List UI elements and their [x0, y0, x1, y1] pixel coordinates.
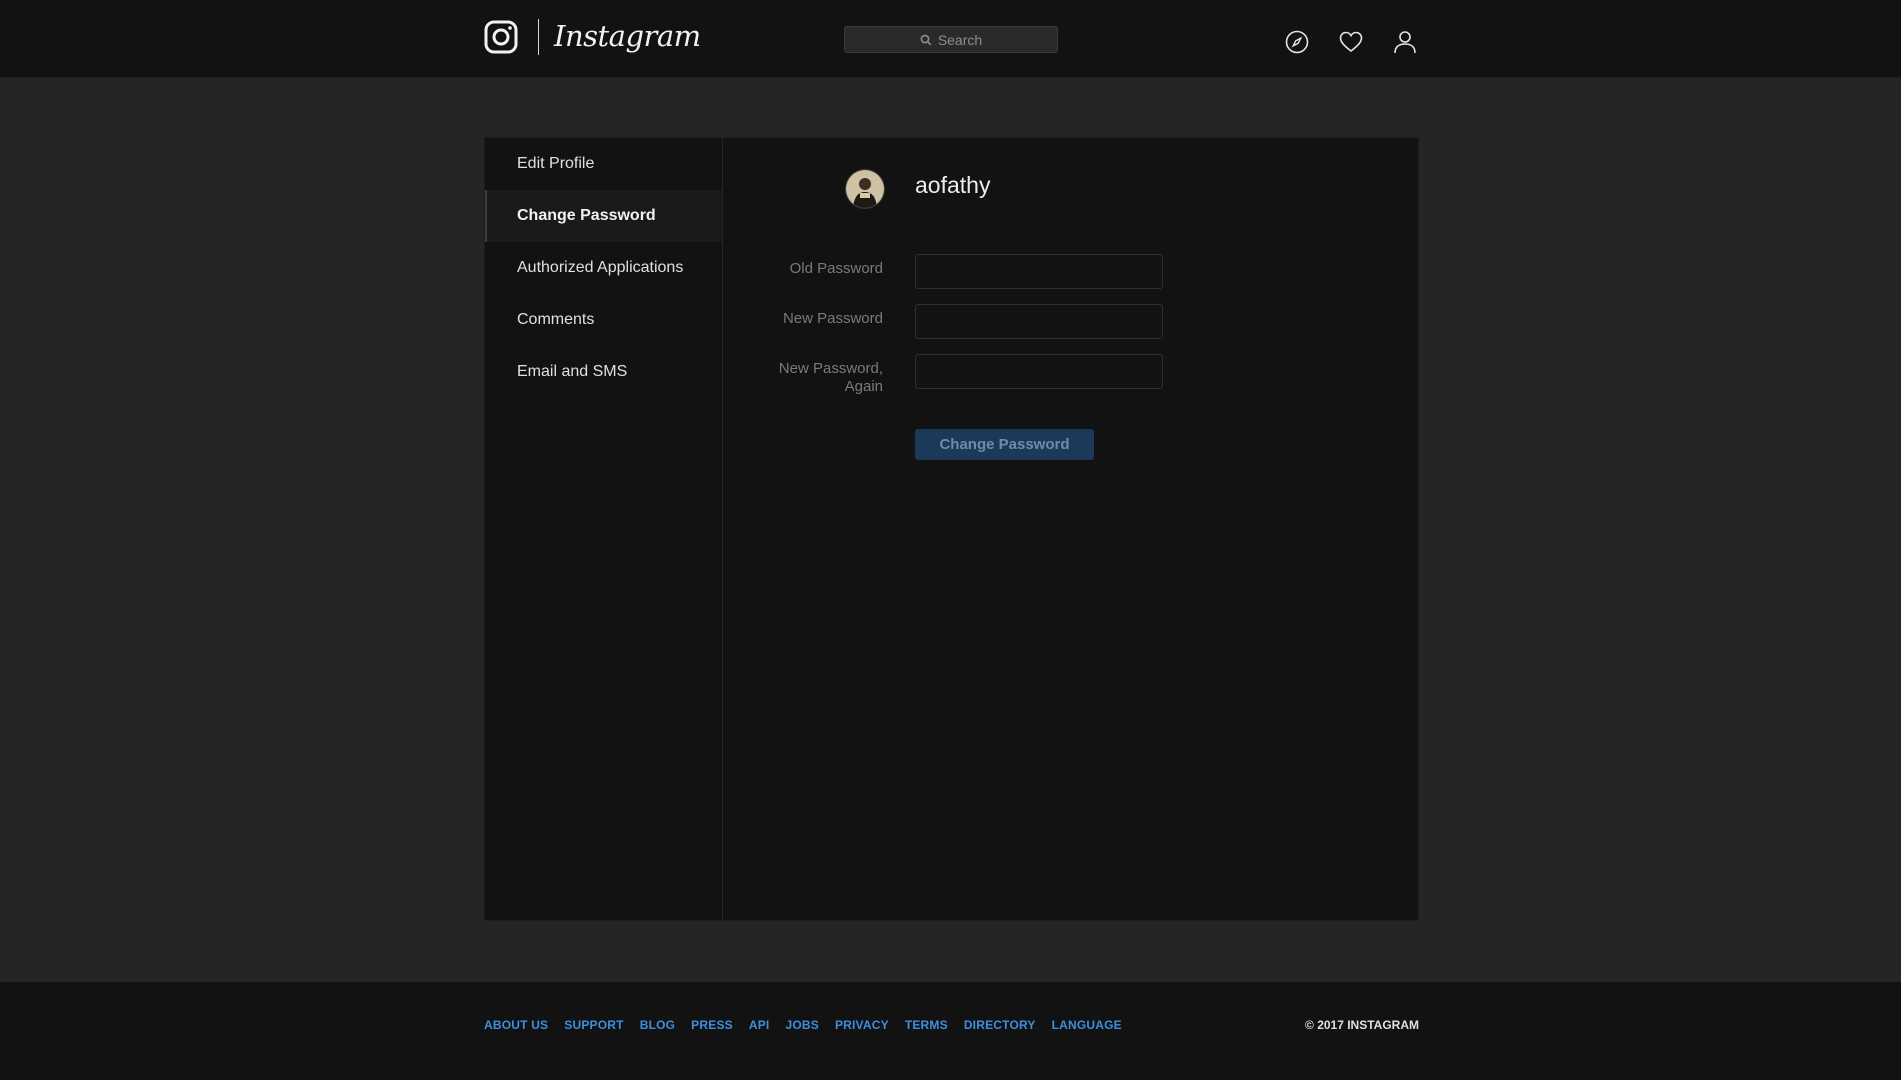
settings-card: Edit Profile Change Password Authorized …: [484, 137, 1419, 921]
footer-link-api[interactable]: API: [749, 1018, 770, 1032]
avatar-image: [846, 170, 884, 208]
logo-divider: [538, 19, 539, 55]
new-password-input[interactable]: [915, 304, 1163, 339]
new-password-label: New Password: [782, 310, 883, 327]
new-password-again-input[interactable]: [915, 354, 1163, 389]
profile-icon[interactable]: [1392, 29, 1418, 55]
search-icon: [920, 34, 932, 45]
sidebar-item-change-password[interactable]: Change Password: [485, 190, 722, 242]
footer-links: ABOUT US SUPPORT BLOG PRESS API JOBS PRI…: [484, 1018, 1122, 1032]
avatar: [845, 169, 885, 209]
username: aofathy: [915, 172, 991, 198]
search-box[interactable]: Search: [844, 26, 1058, 53]
sidebar-item-comments[interactable]: Comments: [485, 294, 722, 346]
heart-icon[interactable]: [1338, 29, 1364, 55]
footer-link-press[interactable]: PRESS: [691, 1018, 733, 1032]
settings-sidebar: Edit Profile Change Password Authorized …: [485, 138, 723, 920]
search-placeholder: Search: [937, 31, 983, 48]
footer-link-privacy[interactable]: PRIVACY: [835, 1018, 889, 1032]
footer-link-support[interactable]: SUPPORT: [564, 1018, 623, 1032]
change-password-panel: aofathy Old Password New Password New Pa…: [722, 138, 1418, 920]
footer-link-terms[interactable]: TERMS: [905, 1018, 948, 1032]
sidebar-item-email-and-sms[interactable]: Email and SMS: [485, 346, 722, 398]
sidebar-item-edit-profile[interactable]: Edit Profile: [485, 138, 722, 190]
footer-link-jobs[interactable]: JOBS: [785, 1018, 818, 1032]
footer-link-blog[interactable]: BLOG: [640, 1018, 675, 1032]
new-password-again-label: New Password, Again: [778, 360, 883, 395]
change-password-button[interactable]: Change Password: [915, 429, 1094, 460]
footer-link-language[interactable]: LANGUAGE: [1052, 1018, 1122, 1032]
sidebar-item-authorized-applications[interactable]: Authorized Applications: [485, 242, 722, 294]
instagram-wordmark[interactable]: Instagram: [554, 16, 701, 56]
old-password-input[interactable]: [915, 254, 1163, 289]
copyright: © 2017 INSTAGRAM: [1305, 1018, 1419, 1032]
footer-link-about-us[interactable]: ABOUT US: [484, 1018, 548, 1032]
footer-link-directory[interactable]: DIRECTORY: [964, 1018, 1036, 1032]
top-navbar: Instagram Search: [0, 0, 1901, 78]
old-password-label: Old Password: [789, 260, 883, 277]
compass-icon[interactable]: [1284, 29, 1310, 55]
instagram-camera-icon[interactable]: [484, 20, 518, 54]
